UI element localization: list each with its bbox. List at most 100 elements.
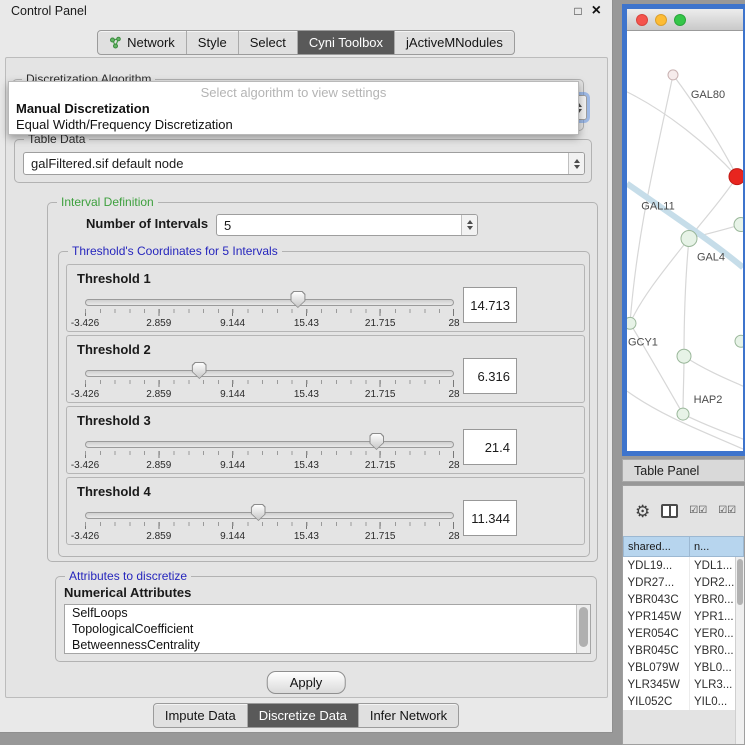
numerical-attributes-label: Numerical Attributes bbox=[64, 585, 191, 600]
threshold-4-value-field[interactable]: 11.344 bbox=[463, 500, 517, 536]
tab-label: Discretize Data bbox=[259, 708, 347, 723]
table-scrollbar[interactable] bbox=[735, 557, 744, 744]
tab-label: Select bbox=[250, 35, 286, 50]
scale-label: 9.144 bbox=[220, 460, 245, 471]
network-node[interactable] bbox=[681, 231, 697, 247]
float-window-icon[interactable]: □ bbox=[574, 4, 581, 18]
table-panel-toolbar: ⚙ ☑☑ ☑☑ bbox=[623, 486, 744, 536]
list-item[interactable]: SelfLoops bbox=[65, 605, 590, 621]
scale-label: 28 bbox=[448, 460, 459, 471]
table-row[interactable]: YLR345WYLR3... bbox=[624, 676, 744, 693]
control-panel-titlebar: Control Panel □ × bbox=[0, 0, 612, 22]
threshold-3-box: Threshold 3 -3.426 2.859 9.144 15.43 21.… bbox=[66, 406, 585, 474]
tab-network[interactable]: Network bbox=[98, 31, 187, 54]
column-header-name[interactable]: n... bbox=[690, 537, 744, 557]
tab-infer-network[interactable]: Infer Network bbox=[359, 704, 458, 727]
combo-stepper-icon[interactable] bbox=[568, 153, 584, 174]
top-tab-bar: Network Style Select Cyni Toolbox jActiv… bbox=[0, 30, 612, 55]
select-all-icon[interactable]: ☑☑ bbox=[718, 506, 736, 516]
network-canvas[interactable]: GAL80 GAL11 GAL4 GCY1 HAP2 bbox=[627, 32, 743, 451]
tab-jactivemodules[interactable]: jActiveMNodules bbox=[395, 31, 514, 54]
network-node-selected[interactable] bbox=[729, 169, 743, 185]
threshold-label: Threshold 2 bbox=[77, 342, 151, 357]
gear-icon[interactable]: ⚙ bbox=[635, 503, 650, 520]
tab-select[interactable]: Select bbox=[239, 31, 298, 54]
threshold-4-slider[interactable]: -3.426 2.859 9.144 15.43 21.715 28 bbox=[85, 504, 454, 542]
slider-track[interactable] bbox=[85, 370, 454, 377]
table-data-group: Table Data galFiltered.sif default node bbox=[14, 139, 592, 183]
number-of-intervals-combobox[interactable]: 5 bbox=[216, 214, 478, 236]
zoom-traffic-light-icon[interactable] bbox=[674, 14, 686, 26]
dropdown-item-equal-width-frequency[interactable]: Equal Width/Frequency Discretization bbox=[9, 116, 578, 132]
threshold-label: Threshold 3 bbox=[77, 413, 151, 428]
threshold-3-value-field[interactable]: 21.4 bbox=[463, 429, 517, 465]
slider-track[interactable] bbox=[85, 441, 454, 448]
list-item[interactable]: TopologicalCoefficient bbox=[65, 621, 590, 637]
table-row[interactable]: YBR045CYBR0... bbox=[624, 642, 744, 659]
node-attribute-table: shared... n... YDL19...YDL1...YDR27...YD… bbox=[623, 536, 744, 710]
network-node[interactable] bbox=[677, 349, 691, 363]
table-row[interactable]: YBL079WYBL0... bbox=[624, 659, 744, 676]
network-window-titlebar bbox=[627, 9, 743, 31]
table-row[interactable]: YER054CYER0... bbox=[624, 625, 744, 642]
table-data-combobox[interactable]: galFiltered.sif default node bbox=[23, 152, 585, 175]
table-panel-window: ⚙ ☑☑ ☑☑ shared... n... YDL19...YDL1...YD… bbox=[622, 485, 745, 745]
threshold-1-slider[interactable]: -3.426 2.859 9.144 15.43 21.715 28 bbox=[85, 291, 454, 329]
scrollbar-thumb[interactable] bbox=[579, 607, 588, 647]
table-row[interactable]: YPR145WYPR1... bbox=[624, 608, 744, 625]
scale-label: 15.43 bbox=[294, 318, 319, 329]
slider-thumb[interactable] bbox=[369, 433, 384, 450]
column-header-shared-name[interactable]: shared... bbox=[624, 537, 690, 557]
threshold-2-slider[interactable]: -3.426 2.859 9.144 15.43 21.715 28 bbox=[85, 362, 454, 400]
table-cell: YBL079W bbox=[624, 659, 690, 676]
close-traffic-light-icon[interactable] bbox=[636, 14, 648, 26]
columns-icon[interactable] bbox=[661, 504, 678, 518]
network-node[interactable] bbox=[735, 335, 743, 347]
table-row[interactable]: YDL19...YDL1... bbox=[624, 557, 744, 575]
table-row[interactable]: YBR043CYBR0... bbox=[624, 591, 744, 608]
scale-label: 28 bbox=[448, 318, 459, 329]
scrollbar-thumb[interactable] bbox=[737, 559, 743, 605]
scale-label: 15.43 bbox=[294, 531, 319, 542]
threshold-4-box: Threshold 4 -3.426 2.859 9.144 15.43 21.… bbox=[66, 477, 585, 545]
list-scrollbar[interactable] bbox=[576, 605, 590, 653]
network-node[interactable] bbox=[677, 408, 689, 420]
select-columns-icon[interactable]: ☑☑ bbox=[689, 506, 707, 516]
tab-style[interactable]: Style bbox=[187, 31, 239, 54]
table-row[interactable]: YDR27...YDR2... bbox=[624, 574, 744, 591]
threshold-3-slider[interactable]: -3.426 2.859 9.144 15.43 21.715 28 bbox=[85, 433, 454, 471]
scale-label: -3.426 bbox=[71, 389, 99, 400]
apply-button[interactable]: Apply bbox=[267, 671, 346, 694]
slider-track[interactable] bbox=[85, 299, 454, 306]
table-cell: YDL19... bbox=[624, 557, 690, 575]
network-node[interactable] bbox=[734, 218, 743, 232]
network-graph: GAL80 GAL11 GAL4 GCY1 HAP2 bbox=[627, 32, 743, 451]
list-item[interactable]: BetweennessCentrality bbox=[65, 637, 590, 653]
control-panel-window: Control Panel □ × Network Style Se bbox=[0, 0, 613, 733]
slider-thumb[interactable] bbox=[251, 504, 266, 521]
scale-label: -3.426 bbox=[71, 531, 99, 542]
network-node[interactable] bbox=[668, 70, 678, 80]
threshold-1-box: Threshold 1 -3.426 2.859 9.144 15.43 21.… bbox=[66, 264, 585, 332]
threshold-2-value-field[interactable]: 6.316 bbox=[463, 358, 517, 394]
minimize-traffic-light-icon[interactable] bbox=[655, 14, 667, 26]
slider-scale: -3.426 2.859 9.144 15.43 21.715 28 bbox=[85, 460, 454, 472]
tab-discretize-data[interactable]: Discretize Data bbox=[248, 704, 359, 727]
dropdown-item-manual-discretization[interactable]: Manual Discretization bbox=[9, 100, 578, 116]
threshold-label: Threshold 1 bbox=[77, 271, 151, 286]
close-window-icon[interactable]: × bbox=[592, 3, 601, 19]
combo-stepper-icon[interactable] bbox=[461, 215, 477, 235]
slider-track[interactable] bbox=[85, 512, 454, 519]
scale-label: 9.144 bbox=[220, 389, 245, 400]
slider-thumb[interactable] bbox=[290, 291, 305, 308]
tab-impute-data[interactable]: Impute Data bbox=[154, 704, 248, 727]
threshold-2-box: Threshold 2 -3.426 2.859 9.144 15.43 21.… bbox=[66, 335, 585, 403]
network-view-window[interactable]: GAL80 GAL11 GAL4 GCY1 HAP2 bbox=[622, 4, 745, 456]
slider-thumb[interactable] bbox=[192, 362, 207, 379]
threshold-1-value-field[interactable]: 14.713 bbox=[463, 287, 517, 323]
table-row[interactable]: YIL052CYIL0... bbox=[624, 693, 744, 710]
network-node[interactable] bbox=[627, 317, 636, 329]
table-cell: YDR27... bbox=[624, 574, 690, 591]
number-of-intervals-value: 5 bbox=[217, 218, 461, 233]
tab-cyni-toolbox[interactable]: Cyni Toolbox bbox=[298, 31, 395, 54]
